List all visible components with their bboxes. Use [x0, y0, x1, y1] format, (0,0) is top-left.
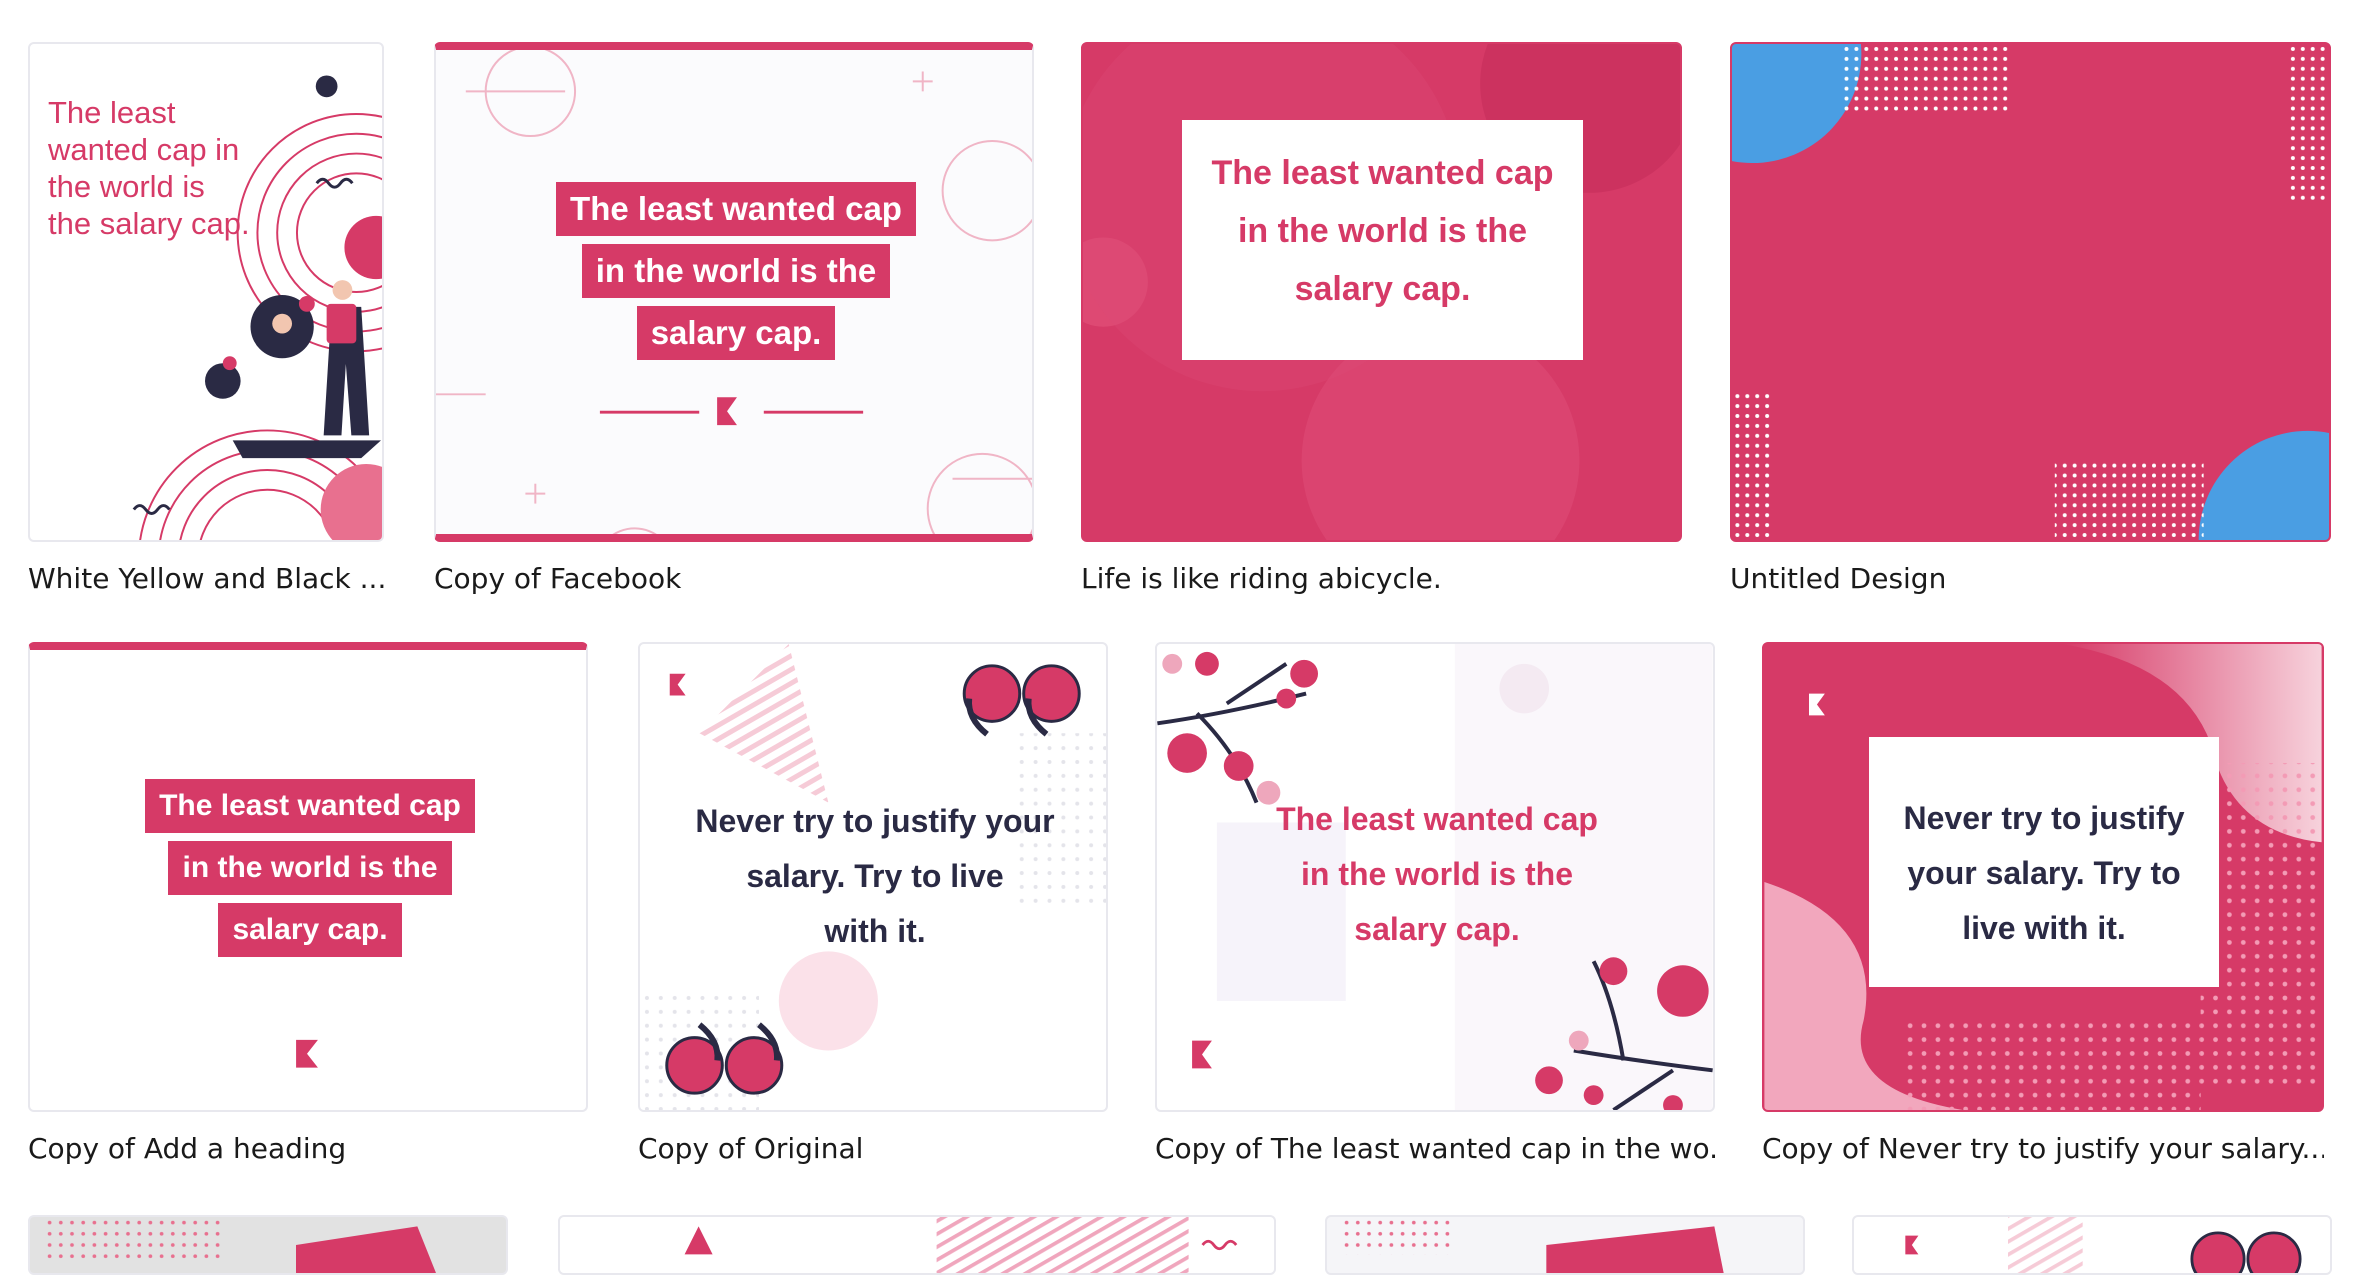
design-card[interactable]: Untitled Design — [1730, 42, 2331, 602]
design-thumbnail[interactable]: Never try to justify your salary. Try to… — [638, 642, 1108, 1112]
design-card[interactable]: The least wanted cap in the world is the… — [28, 42, 386, 602]
design-thumbnail[interactable] — [1730, 42, 2331, 542]
design-title[interactable]: Copy of Add a heading — [28, 1132, 588, 1165]
design-card[interactable]: The least wanted cap in the world is the… — [28, 642, 588, 1177]
design-thumbnail[interactable] — [28, 1215, 508, 1275]
design-quote-text: The least wanted cap in the world is the… — [48, 95, 250, 241]
design-card[interactable]: Never try to justify your salary. Try to… — [1762, 642, 2324, 1177]
design-title[interactable]: Copy of The least wanted cap in the wo..… — [1155, 1132, 1715, 1165]
design-card[interactable]: The least wanted cap in the world is the… — [1081, 42, 1682, 602]
design-quote-text: The least wanted cap in the world is the… — [1276, 801, 1598, 947]
decorative-shapes — [1732, 44, 2329, 540]
design-thumbnail[interactable]: The least wanted cap in the world is the… — [1081, 42, 1682, 542]
design-title[interactable]: Copy of Never try to justify your salary… — [1762, 1132, 2324, 1165]
design-thumbnail[interactable]: The least wanted cap in the world is the… — [1155, 642, 1715, 1112]
decorative-shapes — [1905, 1217, 2302, 1273]
design-thumbnail[interactable] — [1852, 1215, 2332, 1275]
design-title[interactable]: Copy of Facebook — [434, 562, 1034, 595]
design-title[interactable]: White Yellow and Black ... — [28, 562, 408, 595]
design-thumbnail[interactable]: The least wanted cap in the world is the… — [28, 42, 384, 542]
design-thumbnail[interactable] — [1325, 1215, 1805, 1275]
decorative-shapes — [44, 1217, 436, 1273]
design-card[interactable]: Never try to justify your salary. Try to… — [638, 642, 1108, 1177]
decorative-shapes — [1341, 1217, 1724, 1273]
design-thumbnail[interactable]: The least wanted cap in the world is the… — [434, 42, 1034, 542]
decorative-shapes — [684, 1217, 1238, 1273]
design-quote-text: The least wanted cap in the world is the… — [436, 178, 1032, 364]
design-quote-text: Never try to justify your salary. Try to… — [695, 803, 1055, 949]
design-quote-text: The least wanted cap in the world is the… — [30, 775, 586, 961]
design-thumbnail[interactable]: Never try to justify your salary. Try to… — [1762, 642, 2324, 1112]
design-title[interactable]: Copy of Original — [638, 1132, 1108, 1165]
design-thumbnail[interactable]: The least wanted cap in the world is the… — [28, 642, 588, 1112]
design-quote-text: The least wanted cap in the world is the… — [1211, 154, 1554, 308]
design-title[interactable]: Life is like riding abicycle. — [1081, 562, 1682, 595]
design-card[interactable]: The least wanted cap in the world is the… — [1155, 642, 1715, 1177]
design-quote-text: Never try to justify your salary. Try to… — [1903, 800, 2185, 946]
design-title[interactable]: Untitled Design — [1730, 562, 2331, 595]
design-card[interactable]: The least wanted cap in the world is the… — [434, 42, 1034, 602]
design-thumbnail[interactable] — [558, 1215, 1276, 1275]
